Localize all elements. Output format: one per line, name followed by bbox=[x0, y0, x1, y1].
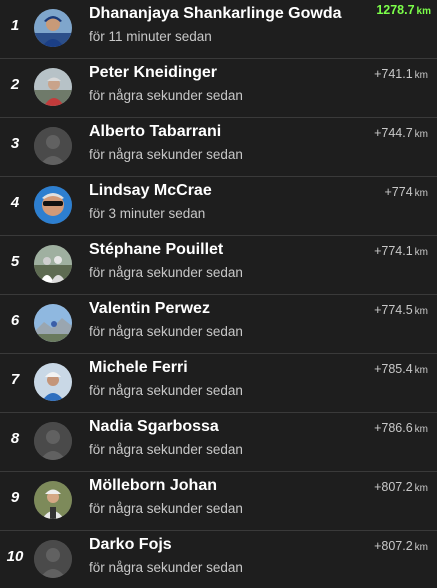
activity-time: för några sekunder sedan bbox=[89, 383, 243, 398]
distance-gap: +774.5 km bbox=[374, 303, 428, 317]
rank-number: 9 bbox=[10, 489, 20, 506]
activity-time: för några sekunder sedan bbox=[89, 324, 243, 339]
leaderboard-row-2[interactable]: 2 Peter Kneidinger för några sekunder se… bbox=[0, 59, 437, 118]
distance-value: +744.7 bbox=[374, 126, 413, 140]
distance-value: +807.2 bbox=[374, 539, 413, 553]
distance-gap: 1278.7 km bbox=[375, 3, 431, 17]
rank-number: 6 bbox=[10, 312, 20, 329]
athlete-name[interactable]: Nadia Sgarbossa bbox=[89, 418, 219, 436]
leaderboard-row-7[interactable]: 7 Michele Ferri för några sekunder sedan… bbox=[0, 354, 437, 413]
athlete-name[interactable]: Stéphane Pouillet bbox=[89, 241, 223, 259]
avatar[interactable] bbox=[34, 68, 72, 106]
distance-gap: +741.1 km bbox=[374, 67, 428, 81]
rank-number: 8 bbox=[10, 430, 20, 447]
rank-number: 1 bbox=[10, 17, 20, 34]
distance-unit: km bbox=[414, 424, 428, 435]
distance-gap: +807.2 km bbox=[374, 539, 428, 553]
distance-value: 1278.7 bbox=[376, 3, 415, 17]
activity-time: för några sekunder sedan bbox=[89, 501, 243, 516]
distance-value: +785.4 bbox=[374, 362, 413, 376]
default-user-icon[interactable] bbox=[34, 127, 72, 165]
activity-time: för några sekunder sedan bbox=[89, 88, 243, 103]
athlete-name[interactable]: Dhananjaya Shankarlinge Gowda bbox=[89, 5, 342, 23]
leaderboard-row-1[interactable]: 1 Dhananjaya Shankarlinge Gowda för 11 m… bbox=[0, 0, 437, 59]
rank-number: 4 bbox=[10, 194, 20, 211]
rank-number: 5 bbox=[10, 253, 20, 270]
distance-unit: km bbox=[416, 6, 431, 17]
distance-unit: km bbox=[414, 306, 428, 317]
avatar[interactable] bbox=[34, 481, 72, 519]
avatar[interactable] bbox=[34, 363, 72, 401]
leaderboard-row-3[interactable]: 3 Alberto Tabarrani för några sekunder s… bbox=[0, 118, 437, 177]
distance-value: +807.2 bbox=[374, 480, 413, 494]
rank-number: 10 bbox=[6, 548, 24, 565]
leaderboard-list: 1 Dhananjaya Shankarlinge Gowda för 11 m… bbox=[0, 0, 437, 588]
leaderboard-row-6[interactable]: 6 Valentin Perwez för några sekunder sed… bbox=[0, 295, 437, 354]
default-user-icon[interactable] bbox=[34, 540, 72, 578]
activity-time: för några sekunder sedan bbox=[89, 265, 243, 280]
athlete-name[interactable]: Michele Ferri bbox=[89, 359, 188, 377]
leaderboard-row-5[interactable]: 5 Stéphane Pouillet för några sekunder s… bbox=[0, 236, 437, 295]
distance-value: +774 bbox=[384, 185, 413, 199]
athlete-name[interactable]: Peter Kneidinger bbox=[89, 64, 217, 82]
leaderboard-row-9[interactable]: 9 Mölleborn Johan för några sekunder sed… bbox=[0, 472, 437, 531]
avatar[interactable] bbox=[34, 186, 72, 224]
distance-gap: +744.7 km bbox=[374, 126, 428, 140]
leaderboard-row-8[interactable]: 8 Nadia Sgarbossa för några sekunder sed… bbox=[0, 413, 437, 472]
distance-gap: +774.1 km bbox=[374, 244, 428, 258]
rank-number: 3 bbox=[10, 135, 20, 152]
distance-unit: km bbox=[414, 542, 428, 553]
activity-time: för 11 minuter sedan bbox=[89, 29, 212, 44]
distance-value: +741.1 bbox=[374, 67, 413, 81]
distance-unit: km bbox=[414, 188, 428, 199]
avatar[interactable] bbox=[34, 245, 72, 283]
activity-time: för några sekunder sedan bbox=[89, 560, 243, 575]
distance-value: +774.5 bbox=[374, 303, 413, 317]
rank-number: 2 bbox=[10, 76, 20, 93]
distance-gap: +785.4 km bbox=[374, 362, 428, 376]
athlete-name[interactable]: Alberto Tabarrani bbox=[89, 123, 221, 141]
avatar[interactable] bbox=[34, 304, 72, 342]
leaderboard-row-4[interactable]: 4 Lindsay McCrae för 3 minuter sedan +77… bbox=[0, 177, 437, 236]
athlete-name[interactable]: Lindsay McCrae bbox=[89, 182, 212, 200]
distance-unit: km bbox=[414, 129, 428, 140]
activity-time: för några sekunder sedan bbox=[89, 147, 243, 162]
distance-unit: km bbox=[414, 70, 428, 81]
activity-time: för 3 minuter sedan bbox=[89, 206, 206, 221]
athlete-name[interactable]: Darko Fojs bbox=[89, 536, 172, 554]
distance-gap: +786.6 km bbox=[374, 421, 428, 435]
distance-unit: km bbox=[414, 483, 428, 494]
distance-gap: +774 km bbox=[385, 185, 429, 199]
distance-unit: km bbox=[414, 247, 428, 258]
athlete-name[interactable]: Valentin Perwez bbox=[89, 300, 210, 318]
athlete-name[interactable]: Mölleborn Johan bbox=[89, 477, 217, 495]
avatar[interactable] bbox=[34, 9, 72, 47]
distance-unit: km bbox=[414, 365, 428, 376]
distance-gap: +807.2 km bbox=[374, 480, 428, 494]
leaderboard-row-10[interactable]: 10 Darko Fojs för några sekunder sedan +… bbox=[0, 531, 437, 588]
activity-time: för några sekunder sedan bbox=[89, 442, 243, 457]
rank-number: 7 bbox=[10, 371, 20, 388]
distance-value: +774.1 bbox=[374, 244, 413, 258]
distance-value: +786.6 bbox=[374, 421, 413, 435]
default-user-icon[interactable] bbox=[34, 422, 72, 460]
